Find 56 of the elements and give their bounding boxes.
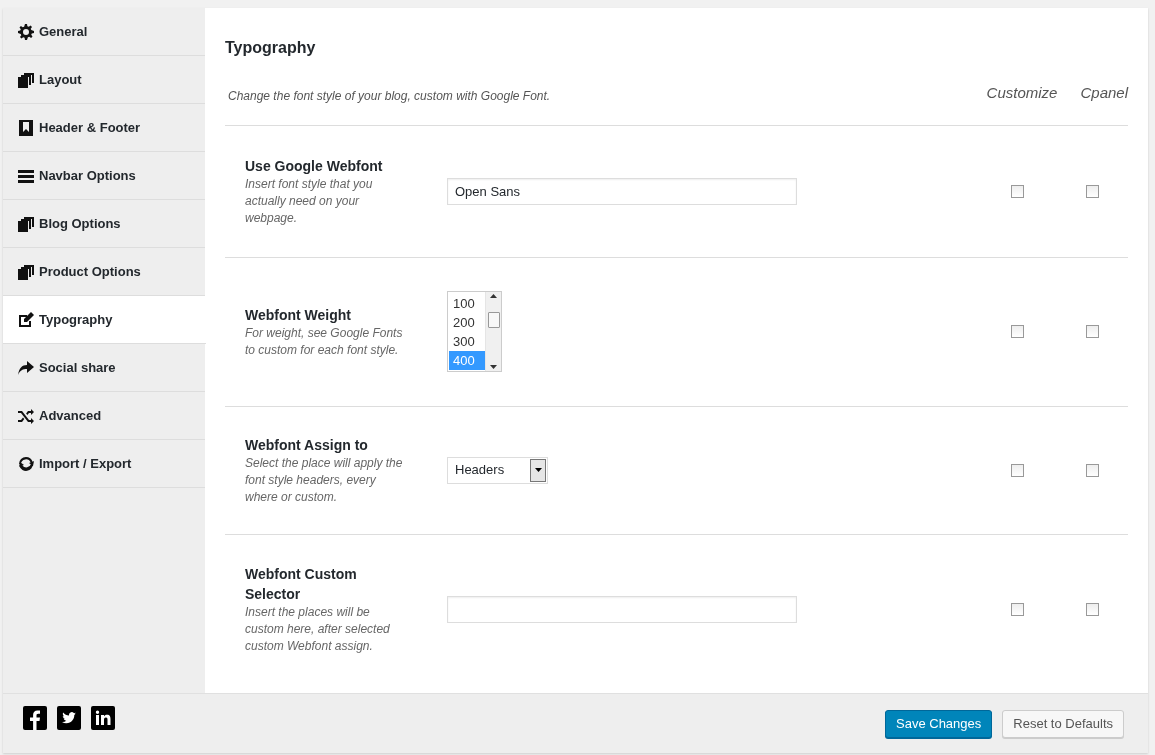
column-header: Customize xyxy=(986,83,1058,103)
copy-icon xyxy=(18,71,34,88)
text-field[interactable] xyxy=(447,596,797,623)
bars-icon xyxy=(18,167,34,184)
sidebar-tab[interactable]: Blog Options xyxy=(3,200,205,248)
sidebar-tab[interactable]: Social share xyxy=(3,344,205,392)
bookmark-icon xyxy=(18,119,34,136)
option-label: Use Google Webfont xyxy=(245,156,384,176)
sidebar-tab[interactable]: Product Options xyxy=(3,248,205,296)
copy-icon xyxy=(18,215,34,232)
facebook-icon[interactable] xyxy=(23,706,47,730)
refresh-icon xyxy=(18,455,34,472)
text-field[interactable]: Open Sans xyxy=(447,177,797,205)
checkbox[interactable] xyxy=(1086,603,1099,616)
copy-icon xyxy=(18,263,34,280)
option-help: Insert the places will be custom here, after selected custom Webfont assign. xyxy=(245,604,391,655)
checkbox[interactable] xyxy=(1086,463,1099,477)
option-label: Webfont Weight xyxy=(245,305,353,325)
section-title: Typography xyxy=(225,38,317,58)
sidebar-tab[interactable]: Advanced xyxy=(3,392,205,440)
edit-icon xyxy=(18,311,34,328)
list-option[interactable]: 200 xyxy=(449,313,485,332)
checkbox[interactable] xyxy=(1010,603,1024,616)
column-header: Cpanel xyxy=(1079,83,1128,103)
checkbox[interactable] xyxy=(1010,184,1024,198)
gear-icon xyxy=(18,23,34,40)
save-button[interactable]: Save Changes xyxy=(885,710,993,738)
sidebar-tab[interactable]: Typography xyxy=(3,296,206,344)
scroll-down-icon[interactable] xyxy=(490,365,497,369)
listbox[interactable]: 100 200 300 400 xyxy=(447,291,502,372)
twitter-icon[interactable] xyxy=(57,706,81,730)
scroll-thumb[interactable] xyxy=(487,311,500,328)
sidebar-tab[interactable]: General xyxy=(3,8,205,56)
option-label: Webfont Custom Selector xyxy=(245,565,358,604)
option-help: Select the place will apply the font style headers, every where or custom. xyxy=(245,454,404,506)
linkedin-icon[interactable] xyxy=(91,706,115,730)
list-option[interactable]: 300 xyxy=(449,332,485,351)
option-help: Insert font style that you actually need on your webpage. xyxy=(245,175,374,227)
checkbox[interactable] xyxy=(1086,184,1099,198)
checkbox[interactable] xyxy=(1086,325,1099,338)
scroll-up-icon[interactable] xyxy=(490,294,497,298)
dropdown[interactable]: Headers xyxy=(447,456,548,484)
reset-button[interactable]: Reset to Defaults xyxy=(1002,710,1124,738)
option-help: For weight, see Google Fonts to custom for each font style. xyxy=(245,324,404,359)
list-option[interactable]: 100 xyxy=(449,294,485,313)
shuffle-icon xyxy=(18,407,34,424)
sidebar-tab[interactable]: Header & Footer xyxy=(3,104,205,152)
caret-icon xyxy=(534,468,542,472)
checkbox[interactable] xyxy=(1010,463,1024,477)
share-icon xyxy=(18,359,34,376)
sidebar-tab[interactable]: Import / Export xyxy=(3,440,205,488)
sidebar-tab[interactable]: Layout xyxy=(3,56,205,104)
option-label: Webfont Assign to xyxy=(245,435,369,455)
sidebar-tab[interactable]: Navbar Options xyxy=(3,152,205,200)
checkbox[interactable] xyxy=(1010,325,1024,338)
section-description: Change the font style of your blog, custom with Google Font. xyxy=(227,87,552,105)
